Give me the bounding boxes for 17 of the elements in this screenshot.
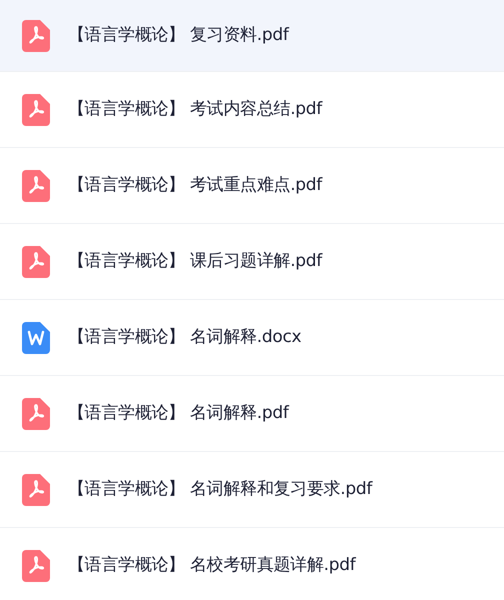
- file-row[interactable]: 【语言学概论】 复习资料.pdf: [0, 0, 504, 72]
- file-name: 【语言学概论】 考试重点难点.pdf: [68, 176, 322, 196]
- file-name: 【语言学概论】 考试内容总结.pdf: [68, 100, 322, 120]
- pdf-file-icon: [22, 246, 50, 278]
- pdf-file-icon: [22, 398, 50, 430]
- file-name: 【语言学概论】 名词解释.docx: [68, 328, 302, 348]
- file-name: 【语言学概论】 名词解释和复习要求.pdf: [68, 480, 372, 500]
- file-name: 【语言学概论】 名校考研真题详解.pdf: [68, 556, 356, 576]
- file-name: 【语言学概论】 复习资料.pdf: [68, 26, 289, 46]
- word-file-icon: [22, 322, 50, 354]
- pdf-file-icon: [22, 474, 50, 506]
- pdf-file-icon: [22, 94, 50, 126]
- pdf-file-icon: [22, 170, 50, 202]
- file-name: 【语言学概论】 名词解释.pdf: [68, 404, 289, 424]
- pdf-file-icon: [22, 550, 50, 582]
- pdf-file-icon: [22, 20, 50, 52]
- file-name: 【语言学概论】 课后习题详解.pdf: [68, 252, 322, 272]
